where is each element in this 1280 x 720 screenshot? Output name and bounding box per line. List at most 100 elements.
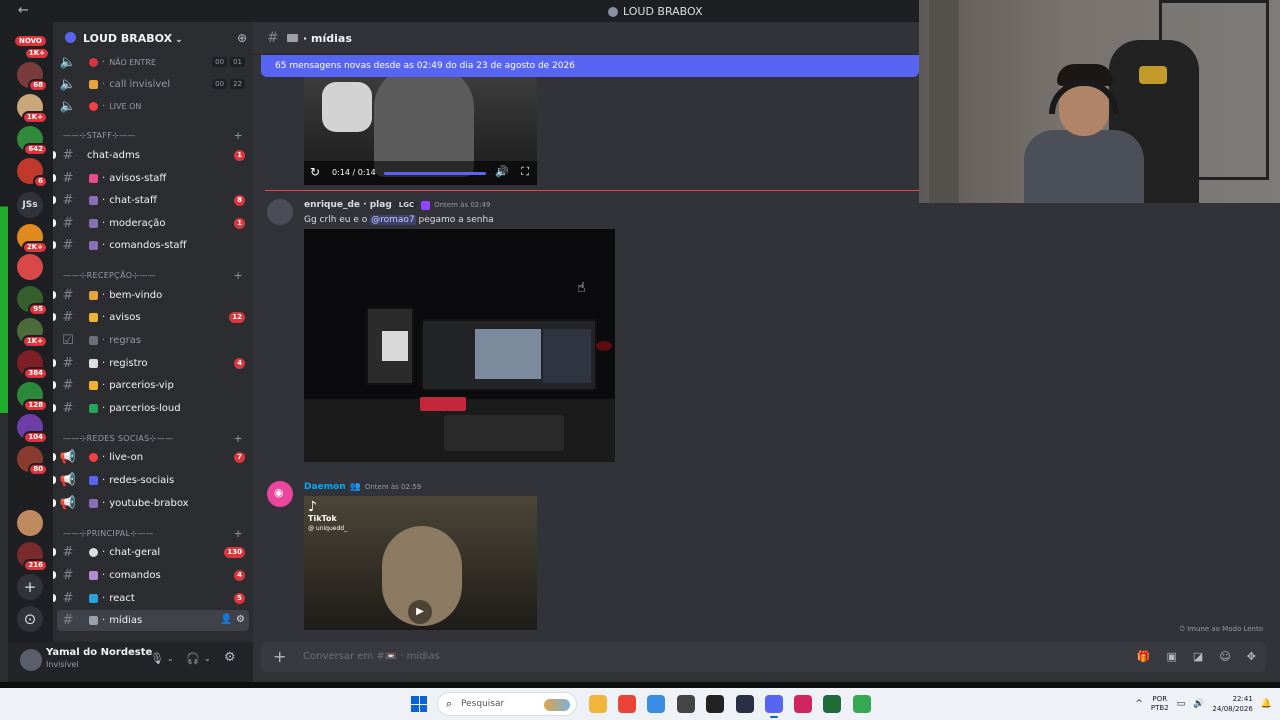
server-icon[interactable]: [17, 510, 43, 536]
guild-header[interactable]: LOUD BRABOX ⌄ ⊕: [53, 22, 253, 54]
avatar[interactable]: [267, 199, 293, 225]
server-icon[interactable]: 68: [17, 62, 48, 92]
avatar[interactable]: ◉: [267, 481, 293, 507]
channel-live-on[interactable]: 📢 · live-on 7: [53, 447, 249, 468]
voice-channel-live-on[interactable]: 🔈 · LIVE ON: [57, 96, 249, 117]
add-member-icon[interactable]: ⊕: [237, 31, 247, 45]
server-icon[interactable]: [17, 478, 43, 504]
channel-bem-vindo[interactable]: # · bem-vindo: [53, 285, 249, 306]
channel-avisos[interactable]: # · avisos 12: [53, 307, 249, 328]
server-icon[interactable]: 128: [17, 382, 48, 412]
file-explorer-icon[interactable]: [589, 695, 607, 713]
server-icon[interactable]: 6: [17, 158, 48, 188]
headset-icon[interactable]: 🎧: [186, 652, 200, 665]
app-9-icon[interactable]: [823, 695, 841, 713]
guild-name[interactable]: LOUD BRABOX ⌄: [83, 32, 183, 45]
discord-icon[interactable]: [765, 695, 783, 718]
network-icon[interactable]: ▭: [1177, 699, 1186, 709]
gear-icon[interactable]: ⚙: [236, 614, 245, 625]
channel-moderacao[interactable]: # · moderação 1: [53, 213, 249, 234]
app-3-icon[interactable]: [647, 695, 665, 713]
channel-comandos[interactable]: # · comandos 4: [53, 565, 249, 586]
category-principal[interactable]: ——⊹PRINCIPAL⊹—— +: [63, 527, 249, 543]
server-icon[interactable]: JSs: [17, 192, 43, 218]
windows-start-icon[interactable]: [411, 696, 427, 712]
channel-midias[interactable]: # · mídias 👤 ⚙: [57, 610, 249, 631]
volume-icon[interactable]: 🔊: [1193, 699, 1204, 709]
server-icon[interactable]: 1K+: [17, 318, 48, 348]
add-channel-icon[interactable]: +: [233, 527, 243, 540]
voice-channel-call-invisivel[interactable]: 🔈 · call invisivel 00 22: [57, 74, 249, 95]
server-icon[interactable]: 95: [17, 286, 48, 316]
fullscreen-icon[interactable]: ⛶: [521, 165, 529, 179]
video-progress[interactable]: [384, 172, 486, 175]
server-icon[interactable]: 1K+: [17, 94, 48, 124]
language-indicator[interactable]: POR PTB2: [1151, 695, 1169, 713]
server-icon[interactable]: [17, 254, 43, 280]
category-recepcao[interactable]: ——⊹RECEPÇÃO⊹—— +: [63, 269, 249, 285]
clock[interactable]: 22:41 24/08/2026: [1212, 694, 1252, 714]
channel-chat-geral[interactable]: # · chat-geral 130: [53, 542, 249, 563]
notification-icon[interactable]: 🔔: [1261, 699, 1272, 709]
add-member-icon[interactable]: 👤: [220, 614, 232, 625]
message-composer[interactable]: + Conversar em #📼 · mídias 🎁 ▣ ◪ ☺ ✥: [261, 642, 1266, 672]
server-icon[interactable]: 2K+: [17, 224, 48, 254]
channel-youtube-brabox[interactable]: 📢 · youtube-brabox: [53, 493, 249, 514]
server-icon[interactable]: NOVO 1K+: [15, 30, 50, 60]
channel-comandos-staff[interactable]: # · comandos-staff: [53, 235, 249, 256]
image-attachment[interactable]: [304, 229, 615, 462]
app-8-icon[interactable]: [794, 695, 812, 713]
volume-icon[interactable]: 🔊: [495, 165, 509, 178]
user-name[interactable]: Yamal do Nordeste: [46, 647, 152, 658]
server-icon[interactable]: 104: [17, 414, 48, 444]
explore-servers-icon[interactable]: ⊙: [17, 606, 43, 632]
message-author[interactable]: enrique_de · plag: [304, 200, 392, 210]
category-staff[interactable]: ——⊹STAFF⊹—— +: [63, 129, 249, 145]
emoji-icon[interactable]: ☺: [1219, 650, 1230, 663]
server-icon[interactable]: 384: [17, 350, 48, 380]
add-server-icon[interactable]: +: [17, 574, 43, 600]
channel-avisos-staff[interactable]: # · avisos-staff: [53, 168, 249, 189]
server-icon[interactable]: 216: [17, 542, 48, 572]
channel-chat-adms[interactable]: # chat-adms 1: [53, 145, 249, 166]
chrome-icon[interactable]: [618, 695, 636, 713]
apps-icon[interactable]: ✥: [1247, 650, 1256, 663]
new-messages-banner[interactable]: 65 mensagens novas desde as 02:49 do dia…: [261, 55, 919, 77]
channel-parcerios-vip[interactable]: # · parcerios-vip: [53, 375, 249, 396]
channel-regras[interactable]: ☑ · regras: [57, 330, 249, 351]
channel-chat-staff[interactable]: # · chat-staff 8: [53, 190, 249, 211]
add-channel-icon[interactable]: +: [233, 129, 243, 142]
chrome-2-icon[interactable]: [853, 695, 871, 713]
add-channel-icon[interactable]: +: [233, 269, 243, 282]
arrow-left-icon[interactable]: ←: [18, 3, 29, 18]
add-channel-icon[interactable]: +: [233, 432, 243, 445]
chevron-down-icon[interactable]: ⌄: [204, 654, 211, 663]
gift-icon[interactable]: 🎁: [1137, 650, 1151, 663]
chevron-down-icon[interactable]: ⌄: [167, 654, 174, 663]
app-6-icon[interactable]: [736, 695, 754, 713]
add-attachment-icon[interactable]: +: [273, 647, 286, 666]
gear-icon[interactable]: ⚙: [224, 650, 236, 665]
video-attachment[interactable]: ↻ 0:14 / 0:14 🔊 ⛶: [304, 77, 537, 185]
avatar[interactable]: [20, 649, 42, 671]
app-4-icon[interactable]: [677, 695, 695, 713]
replay-icon[interactable]: ↻: [310, 165, 320, 179]
channel-redes-sociais[interactable]: 📢 · redes-sociais: [53, 470, 249, 491]
taskbar-search[interactable]: ⌕ Pesquisar: [437, 692, 577, 716]
composer-placeholder[interactable]: Conversar em #📼 · mídias: [303, 651, 440, 662]
gif-icon[interactable]: ▣: [1167, 650, 1177, 663]
voice-channel-nao-entre[interactable]: 🔈 · NÃO ENTRE 00 01: [57, 52, 249, 73]
server-icon[interactable]: 80: [17, 446, 48, 476]
message-author[interactable]: Daemon: [304, 482, 346, 492]
user-mention[interactable]: @romao7: [370, 215, 416, 225]
video-attachment[interactable]: ♪ TikTok @ uniquedd_ ▶: [304, 496, 537, 630]
microphone-icon[interactable]: 🎙: [150, 652, 164, 665]
channel-react[interactable]: # · react 5: [53, 588, 249, 609]
app-5-icon[interactable]: [706, 695, 724, 713]
chevron-up-icon[interactable]: ^: [1135, 699, 1143, 709]
channel-parcerios-loud[interactable]: # · parcerios-loud: [53, 398, 249, 419]
play-icon[interactable]: ▶: [408, 600, 432, 624]
channel-registro[interactable]: # · registro 4: [53, 353, 249, 374]
category-redes-sociais[interactable]: ——⊹REDES SOCIAS⊹—— +: [63, 432, 249, 448]
sticker-icon[interactable]: ◪: [1193, 650, 1203, 663]
